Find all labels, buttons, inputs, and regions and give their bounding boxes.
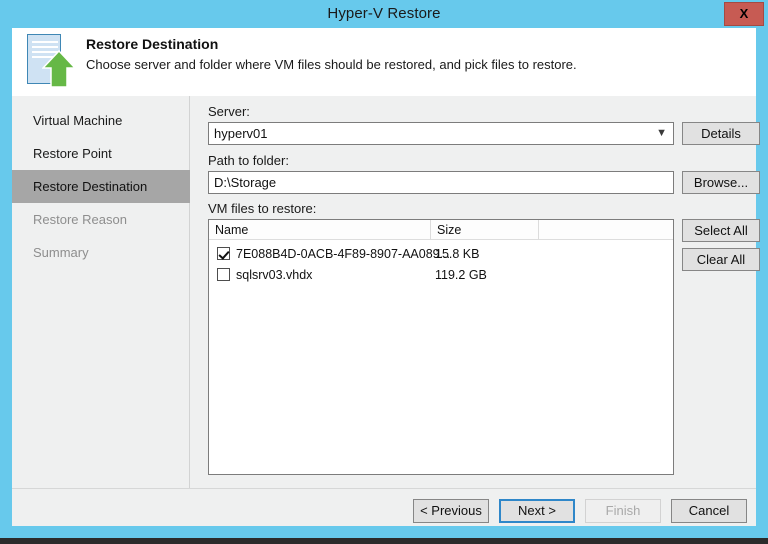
- clear-all-button[interactable]: Clear All: [682, 248, 760, 271]
- browse-button[interactable]: Browse...: [682, 171, 760, 194]
- server-select[interactable]: hyperv01 ▼: [208, 122, 674, 145]
- file-name: sqlsrv03.vhdx: [236, 265, 312, 285]
- sidebar-item-virtual-machine[interactable]: Virtual Machine: [12, 104, 190, 137]
- previous-button[interactable]: < Previous: [413, 499, 489, 523]
- table-row[interactable]: sqlsrv03.vhdx 119.2 GB: [209, 265, 673, 285]
- details-button[interactable]: Details: [682, 122, 760, 145]
- select-all-button[interactable]: Select All: [682, 219, 760, 242]
- close-icon[interactable]: X: [724, 2, 764, 26]
- vm-files-list-header: Name Size: [209, 220, 673, 240]
- server-select-value: hyperv01: [214, 123, 267, 144]
- page-title: Restore Destination: [86, 36, 218, 52]
- page-subtitle: Choose server and folder where VM files …: [86, 57, 577, 72]
- file-checkbox[interactable]: [217, 268, 230, 281]
- file-name: 7E088B4D-0ACB-4F89-8907-AA089...: [236, 244, 450, 264]
- restore-upload-icon: [20, 32, 82, 90]
- file-size: 119.2 GB: [435, 265, 487, 285]
- next-button[interactable]: Next >: [499, 499, 575, 523]
- sidebar-item-restore-reason: Restore Reason: [12, 203, 190, 236]
- vm-files-label: VM files to restore:: [208, 201, 316, 216]
- file-size: 15.8 KB: [435, 244, 479, 264]
- wizard-body: Virtual Machine Restore Point Restore De…: [12, 96, 756, 526]
- path-label: Path to folder:: [208, 153, 289, 168]
- vm-files-list[interactable]: Name Size 7E088B4D-0ACB-4F89-8907-AA089.…: [208, 219, 674, 475]
- column-header-size[interactable]: Size: [431, 220, 539, 240]
- restore-wizard-window: Hyper-V Restore X Restore Destination Ch…: [0, 0, 768, 538]
- finish-button: Finish: [585, 499, 661, 523]
- wizard-header: Restore Destination Choose server and fo…: [12, 28, 756, 96]
- column-header-blank[interactable]: [539, 220, 673, 240]
- wizard-footer: < Previous Next > Finish Cancel: [12, 489, 756, 526]
- cancel-button[interactable]: Cancel: [671, 499, 747, 523]
- chevron-down-icon: ▼: [656, 123, 667, 144]
- restore-destination-form: Server: hyperv01 ▼ Details Path to folde…: [190, 96, 756, 526]
- table-row[interactable]: 7E088B4D-0ACB-4F89-8907-AA089... 15.8 KB: [209, 244, 673, 264]
- path-input[interactable]: D:\Storage: [208, 171, 674, 194]
- window-title: Hyper-V Restore: [0, 0, 768, 28]
- sidebar-item-restore-point[interactable]: Restore Point: [12, 137, 190, 170]
- column-header-name[interactable]: Name: [209, 220, 431, 240]
- sidebar-item-restore-destination[interactable]: Restore Destination: [12, 170, 190, 203]
- wizard-steps-sidebar: Virtual Machine Restore Point Restore De…: [12, 96, 190, 526]
- title-bar: Hyper-V Restore X: [0, 0, 768, 28]
- file-checkbox[interactable]: [217, 247, 230, 260]
- sidebar-item-summary: Summary: [12, 236, 190, 269]
- server-label: Server:: [208, 104, 250, 119]
